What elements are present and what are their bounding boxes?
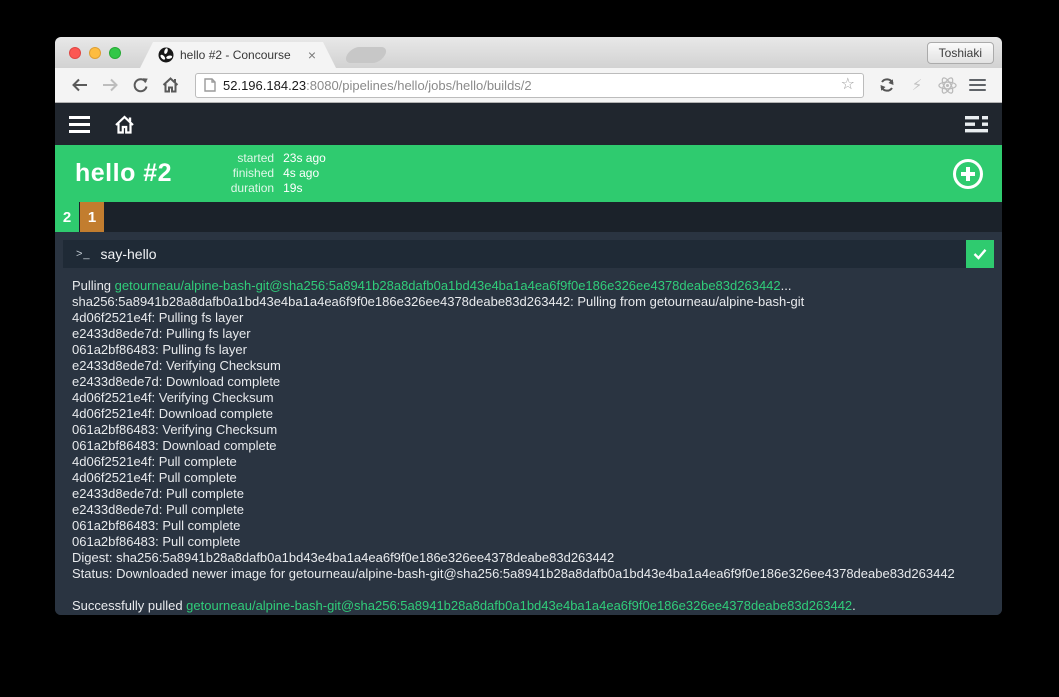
tab-close-icon[interactable]: × bbox=[306, 48, 318, 62]
meta-label: started bbox=[237, 151, 275, 165]
meta-value: 19s bbox=[283, 181, 303, 195]
log-line: Status: Downloaded newer image for getou… bbox=[72, 566, 955, 581]
favicon-concourse-icon bbox=[158, 47, 174, 63]
log-line: sha256:5a8941b28a8dafb0a1bd43e4ba1a4ea6f… bbox=[72, 294, 805, 309]
step-status-succeeded-icon bbox=[966, 240, 994, 268]
log-line: 4d06f2521e4f: Download complete bbox=[72, 406, 273, 421]
log-line: 061a2bf86483: Download complete bbox=[72, 438, 277, 453]
log-line: 4d06f2521e4f: Pull complete bbox=[72, 454, 237, 469]
build-tab-1[interactable]: 1 bbox=[80, 202, 104, 232]
build-meta-row: duration 19s bbox=[204, 181, 326, 196]
log-line: e2433d8ede7d: Pulling fs layer bbox=[72, 326, 251, 341]
desktop-background: hello #2 - Concourse × Toshiaki 52.196.1… bbox=[0, 0, 1059, 697]
meta-label: duration bbox=[230, 181, 275, 195]
sidebar-hamburger-icon[interactable] bbox=[69, 115, 90, 133]
meta-value: 23s ago bbox=[283, 151, 326, 165]
log-line: e2433d8ede7d: Download complete bbox=[72, 374, 281, 389]
back-button[interactable] bbox=[67, 72, 93, 98]
lightning-extension-icon[interactable]: ⚡ bbox=[904, 72, 930, 98]
reload-button[interactable] bbox=[127, 72, 153, 98]
window-controls bbox=[69, 47, 121, 59]
profile-button[interactable]: Toshiaki bbox=[926, 42, 994, 64]
terminal-prompt-icon: >_ bbox=[76, 248, 91, 260]
log-line: Pulling getourneau/alpine-bash-git@sha25… bbox=[72, 278, 792, 293]
step-name: say-hello bbox=[100, 246, 157, 262]
log-line: e2433d8ede7d: Pull complete bbox=[72, 486, 245, 501]
meta-label: finished bbox=[232, 166, 275, 180]
log-line: Successfully pulled getourneau/alpine-ba… bbox=[72, 598, 856, 613]
browser-toolbar: 52.196.184.23:8080/pipelines/hello/jobs/… bbox=[55, 68, 1002, 103]
log-line: 061a2bf86483: Pull complete bbox=[72, 518, 241, 533]
build-header: hello #2 started 23s ago finished 4s ago dur… bbox=[55, 145, 1002, 202]
log-line: Digest: sha256:5a8941b28a8dafb0a1bd43e4b… bbox=[72, 550, 615, 565]
builds-tab-bar: 21 bbox=[55, 202, 1002, 232]
step-row-say-hello[interactable]: >_ say-hello bbox=[63, 240, 994, 268]
build-meta-row: finished 4s ago bbox=[204, 166, 326, 181]
url-path: :8080/pipelines/hello/jobs/hello/builds/… bbox=[306, 77, 532, 93]
build-tab-2[interactable]: 2 bbox=[55, 202, 79, 232]
build-output-panel: >_ say-hello Pulling getourneau/alpine-b… bbox=[55, 232, 1002, 615]
atom-devtools-icon[interactable] bbox=[934, 72, 960, 98]
forward-button[interactable] bbox=[97, 72, 123, 98]
build-meta-row: started 23s ago bbox=[204, 151, 326, 166]
trigger-build-plus-button[interactable] bbox=[953, 158, 983, 189]
meta-value: 4s ago bbox=[283, 166, 320, 180]
new-tab-button[interactable] bbox=[342, 47, 390, 63]
extension-sync-icon[interactable] bbox=[874, 72, 900, 98]
build-meta: started 23s ago finished 4s ago duration 19s bbox=[204, 151, 326, 196]
builds-list-toggle-icon[interactable] bbox=[965, 115, 988, 133]
bookmark-star-icon[interactable]: ☆ bbox=[841, 77, 855, 93]
log-line: 061a2bf86483: Pulling fs layer bbox=[72, 342, 247, 357]
log-line: e2433d8ede7d: Verifying Checksum bbox=[72, 358, 281, 373]
address-bar[interactable]: 52.196.184.23:8080/pipelines/hello/jobs/… bbox=[195, 72, 864, 98]
page-icon bbox=[204, 78, 216, 92]
build-title: hello #2 bbox=[75, 159, 173, 187]
log-line: 4d06f2521e4f: Verifying Checksum bbox=[72, 390, 274, 405]
log-line: e2433d8ede7d: Pull complete bbox=[72, 502, 245, 517]
log-line: 061a2bf86483: Verifying Checksum bbox=[72, 422, 278, 437]
home-button[interactable] bbox=[157, 72, 183, 98]
chrome-menu-icon[interactable] bbox=[964, 72, 990, 98]
build-log[interactable]: Pulling getourneau/alpine-bash-git@sha25… bbox=[63, 268, 994, 615]
close-window-button[interactable] bbox=[69, 47, 81, 59]
window-titlebar[interactable]: hello #2 - Concourse × Toshiaki bbox=[55, 37, 1002, 68]
url-host: 52.196.184.23 bbox=[223, 77, 307, 93]
tab-title: hello #2 - Concourse bbox=[180, 48, 291, 62]
zoom-window-button[interactable] bbox=[109, 47, 121, 59]
log-line: 061a2bf86483: Pull complete bbox=[72, 534, 241, 549]
browser-tab[interactable]: hello #2 - Concourse × bbox=[140, 42, 336, 68]
log-line: 4d06f2521e4f: Pulling fs layer bbox=[72, 310, 244, 325]
url-text[interactable]: 52.196.184.23:8080/pipelines/hello/jobs/… bbox=[223, 78, 834, 93]
log-line: 4d06f2521e4f: Pull complete bbox=[72, 470, 237, 485]
concourse-navbar bbox=[55, 103, 1002, 145]
browser-window: hello #2 - Concourse × Toshiaki 52.196.1… bbox=[55, 37, 1002, 615]
minimize-window-button[interactable] bbox=[89, 47, 101, 59]
concourse-home-icon[interactable] bbox=[114, 114, 135, 134]
